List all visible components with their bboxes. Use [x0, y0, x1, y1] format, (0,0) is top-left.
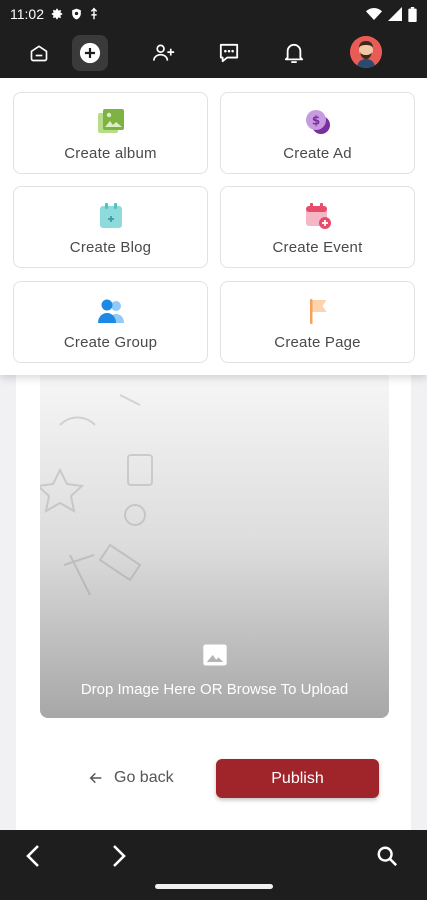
upload-instructions: Drop Image Here OR Browse To Upload	[80, 681, 349, 698]
svg-text:$: $	[311, 114, 319, 128]
battery-icon	[408, 6, 417, 22]
create-group-label: Create Group	[63, 334, 158, 351]
back-nav-button[interactable]	[17, 840, 49, 872]
create-blog-card[interactable]: Create Blog	[13, 186, 208, 268]
arrow-left-icon	[89, 772, 102, 784]
page-flag-icon	[303, 296, 333, 326]
wifi-icon	[366, 8, 382, 20]
create-page-label: Create Page	[274, 334, 361, 351]
top-navigation	[0, 28, 427, 78]
chevron-left-icon	[26, 845, 39, 867]
home-button[interactable]	[21, 35, 57, 71]
status-time: 11:02	[10, 6, 44, 22]
forward-nav-button[interactable]	[103, 840, 135, 872]
create-ad-label: Create Ad	[283, 145, 352, 162]
create-page-card[interactable]: Create Page	[220, 281, 415, 363]
messages-button[interactable]	[211, 35, 247, 71]
go-back-label: Go back	[114, 769, 174, 786]
create-ad-card[interactable]: $ Create Ad	[220, 92, 415, 174]
create-group-card[interactable]: Create Group	[13, 281, 208, 363]
bell-icon	[284, 43, 304, 63]
create-menu-panel: Create album $ Create Ad Create Blog Cre…	[0, 78, 427, 375]
group-icon	[96, 296, 126, 326]
event-icon	[303, 201, 333, 231]
publish-button[interactable]: Publish	[216, 759, 379, 798]
cell-signal-icon	[388, 7, 402, 21]
browser-bottom-bar	[0, 830, 427, 900]
go-back-button[interactable]: Go back	[88, 764, 174, 792]
ad-icon: $	[303, 107, 333, 137]
chevron-right-icon	[113, 845, 126, 867]
create-event-card[interactable]: Create Event	[220, 186, 415, 268]
notifications-button[interactable]	[276, 35, 312, 71]
usb-icon	[90, 7, 98, 20]
status-bar: 11:02	[0, 0, 427, 28]
blog-icon	[96, 201, 126, 231]
home-icon	[30, 45, 48, 62]
search-button[interactable]	[371, 840, 403, 872]
create-blog-label: Create Blog	[69, 239, 152, 256]
search-icon	[377, 846, 398, 867]
album-icon	[96, 107, 126, 137]
chat-bubble-icon	[219, 43, 239, 63]
profile-avatar[interactable]	[350, 36, 382, 68]
shield-icon	[72, 8, 81, 20]
create-album-label: Create album	[64, 145, 157, 162]
create-album-card[interactable]: Create album	[13, 92, 208, 174]
settings-gear-icon	[51, 8, 63, 20]
image-placeholder-icon	[203, 644, 227, 666]
create-event-label: Create Event	[272, 239, 363, 256]
add-user-icon	[153, 44, 175, 61]
home-indicator[interactable]	[155, 884, 273, 889]
add-friend-button[interactable]	[146, 35, 182, 71]
image-drop-zone[interactable]: Drop Image Here OR Browse To Upload	[40, 375, 389, 718]
plus-circle-icon	[79, 42, 101, 64]
create-button[interactable]	[72, 35, 108, 71]
user-avatar-icon	[350, 36, 382, 68]
